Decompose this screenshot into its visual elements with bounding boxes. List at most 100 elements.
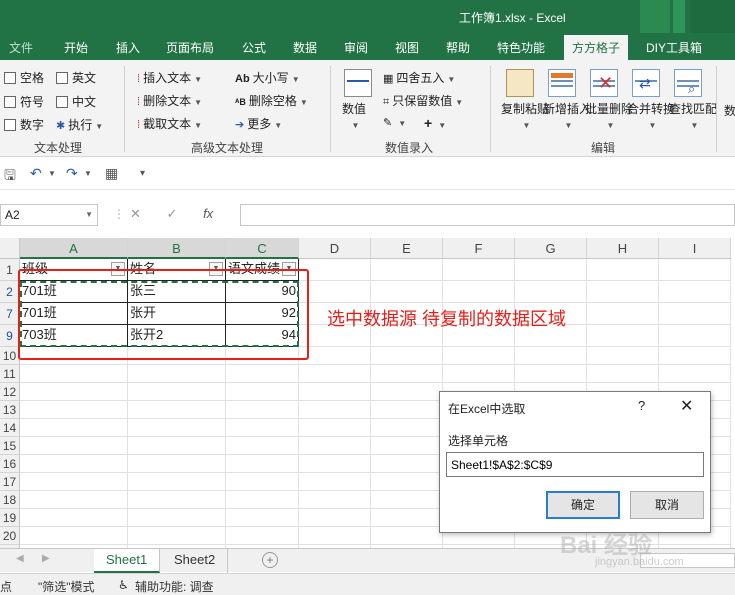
cell[interactable]	[659, 325, 731, 347]
cell[interactable]	[299, 419, 371, 437]
cell[interactable]	[128, 473, 226, 491]
column-header-f[interactable]: F	[443, 238, 515, 259]
row-header[interactable]: 18	[0, 491, 20, 509]
cell[interactable]	[587, 281, 659, 303]
column-header-a[interactable]: A	[20, 238, 128, 259]
cell[interactable]	[371, 401, 443, 419]
cell[interactable]	[128, 491, 226, 509]
column-header-h[interactable]: H	[587, 238, 659, 259]
cell[interactable]	[587, 365, 659, 383]
column-header-c[interactable]: C	[226, 238, 299, 259]
cell[interactable]	[659, 259, 731, 281]
cell[interactable]	[299, 455, 371, 473]
cut-off-button[interactable]: 数	[724, 102, 735, 119]
formula-input[interactable]	[240, 204, 735, 226]
cell[interactable]	[128, 401, 226, 419]
cell[interactable]	[20, 455, 128, 473]
resize-handle[interactable]: ⋮	[113, 207, 125, 221]
confirm-formula-icon[interactable]: ✓	[167, 206, 178, 221]
cell[interactable]	[128, 437, 226, 455]
row-header[interactable]: 2	[0, 281, 20, 303]
cell[interactable]	[299, 365, 371, 383]
cell[interactable]	[128, 419, 226, 437]
cell[interactable]	[226, 527, 299, 545]
cell[interactable]	[659, 303, 731, 325]
add-sheet-icon[interactable]: +	[262, 552, 278, 568]
cell[interactable]	[371, 347, 443, 365]
cell[interactable]	[20, 437, 128, 455]
cell[interactable]	[20, 527, 128, 545]
cell[interactable]	[443, 281, 515, 303]
tab-formulas[interactable]: 公式	[242, 39, 266, 56]
tab-page-layout[interactable]: 页面布局	[166, 39, 214, 56]
row-header[interactable]: 1	[0, 259, 20, 281]
insert-rows-button[interactable]: 新增插入 ▼	[543, 102, 591, 133]
cell[interactable]	[299, 347, 371, 365]
cell[interactable]	[299, 401, 371, 419]
row-header[interactable]: 13	[0, 401, 20, 419]
column-header-b[interactable]: B	[128, 238, 226, 259]
tab-insert[interactable]: 插入	[116, 39, 140, 56]
cell[interactable]	[299, 281, 371, 303]
cell[interactable]	[20, 365, 128, 383]
cell[interactable]	[299, 437, 371, 455]
undo-icon[interactable]: ↶	[30, 165, 42, 182]
cell[interactable]	[299, 383, 371, 401]
cell[interactable]	[371, 437, 443, 455]
cell[interactable]	[587, 325, 659, 347]
cell[interactable]	[515, 259, 587, 281]
cell[interactable]	[226, 383, 299, 401]
cell[interactable]	[515, 347, 587, 365]
delete-space-button[interactable]: ᴬB 删除空格 ▼	[235, 92, 308, 109]
cell[interactable]	[128, 455, 226, 473]
row-header[interactable]: 15	[0, 437, 20, 455]
row-header[interactable]: 14	[0, 419, 20, 437]
column-header-d[interactable]: D	[299, 238, 371, 259]
layout-icon[interactable]: ▦	[105, 165, 118, 182]
cancel-formula-icon[interactable]: ✕	[130, 206, 141, 221]
cell[interactable]	[128, 527, 226, 545]
cell[interactable]	[659, 281, 731, 303]
range-input[interactable]	[446, 452, 704, 477]
cell[interactable]	[443, 347, 515, 365]
checkbox-number[interactable]: 数字	[4, 116, 44, 133]
cell[interactable]	[299, 509, 371, 527]
row-header[interactable]: 16	[0, 455, 20, 473]
next-sheet-icon[interactable]: ▶	[42, 553, 50, 564]
tab-file[interactable]: 文件	[9, 39, 33, 56]
tab-diy-toolbox[interactable]: DIY工具箱	[646, 39, 702, 56]
cell[interactable]	[226, 419, 299, 437]
cell[interactable]	[226, 437, 299, 455]
column-header-i[interactable]: I	[659, 238, 731, 259]
undo-dropdown-icon[interactable]: ▼	[48, 169, 56, 178]
row-header[interactable]: 12	[0, 383, 20, 401]
prev-sheet-icon[interactable]: ◀	[16, 553, 24, 564]
cell[interactable]	[371, 281, 443, 303]
help-icon[interactable]: ?	[638, 398, 645, 413]
batch-delete-button[interactable]: 批量删除 ▼	[585, 102, 633, 133]
cell[interactable]	[587, 303, 659, 325]
cell[interactable]	[20, 383, 128, 401]
checkbox-symbol[interactable]: 符号	[4, 93, 44, 110]
redo-dropdown-icon[interactable]: ▼	[84, 169, 92, 178]
row-header[interactable]: 17	[0, 473, 20, 491]
cell[interactable]	[515, 281, 587, 303]
cell[interactable]	[20, 473, 128, 491]
cell[interactable]	[299, 527, 371, 545]
cell[interactable]	[128, 509, 226, 527]
ok-button[interactable]: 确定	[546, 491, 620, 519]
case-button[interactable]: Ab 大小写 ▼	[235, 69, 300, 86]
extract-text-button[interactable]: ⁞ 截取文本 ▼	[137, 115, 202, 132]
cell[interactable]	[299, 491, 371, 509]
cell[interactable]	[226, 401, 299, 419]
save-icon[interactable]: 🖫	[4, 165, 16, 189]
row-header[interactable]: 11	[0, 365, 20, 383]
checkbox-space[interactable]: 空格	[4, 69, 44, 86]
cell[interactable]	[20, 491, 128, 509]
checkbox-chinese[interactable]: 中文	[56, 93, 96, 110]
column-header-g[interactable]: G	[515, 238, 587, 259]
numeric-button[interactable]: 数值 ▼	[342, 102, 366, 133]
row-header[interactable]: 19	[0, 509, 20, 527]
tab-special[interactable]: 特色功能	[497, 39, 545, 56]
cell[interactable]	[299, 259, 371, 281]
